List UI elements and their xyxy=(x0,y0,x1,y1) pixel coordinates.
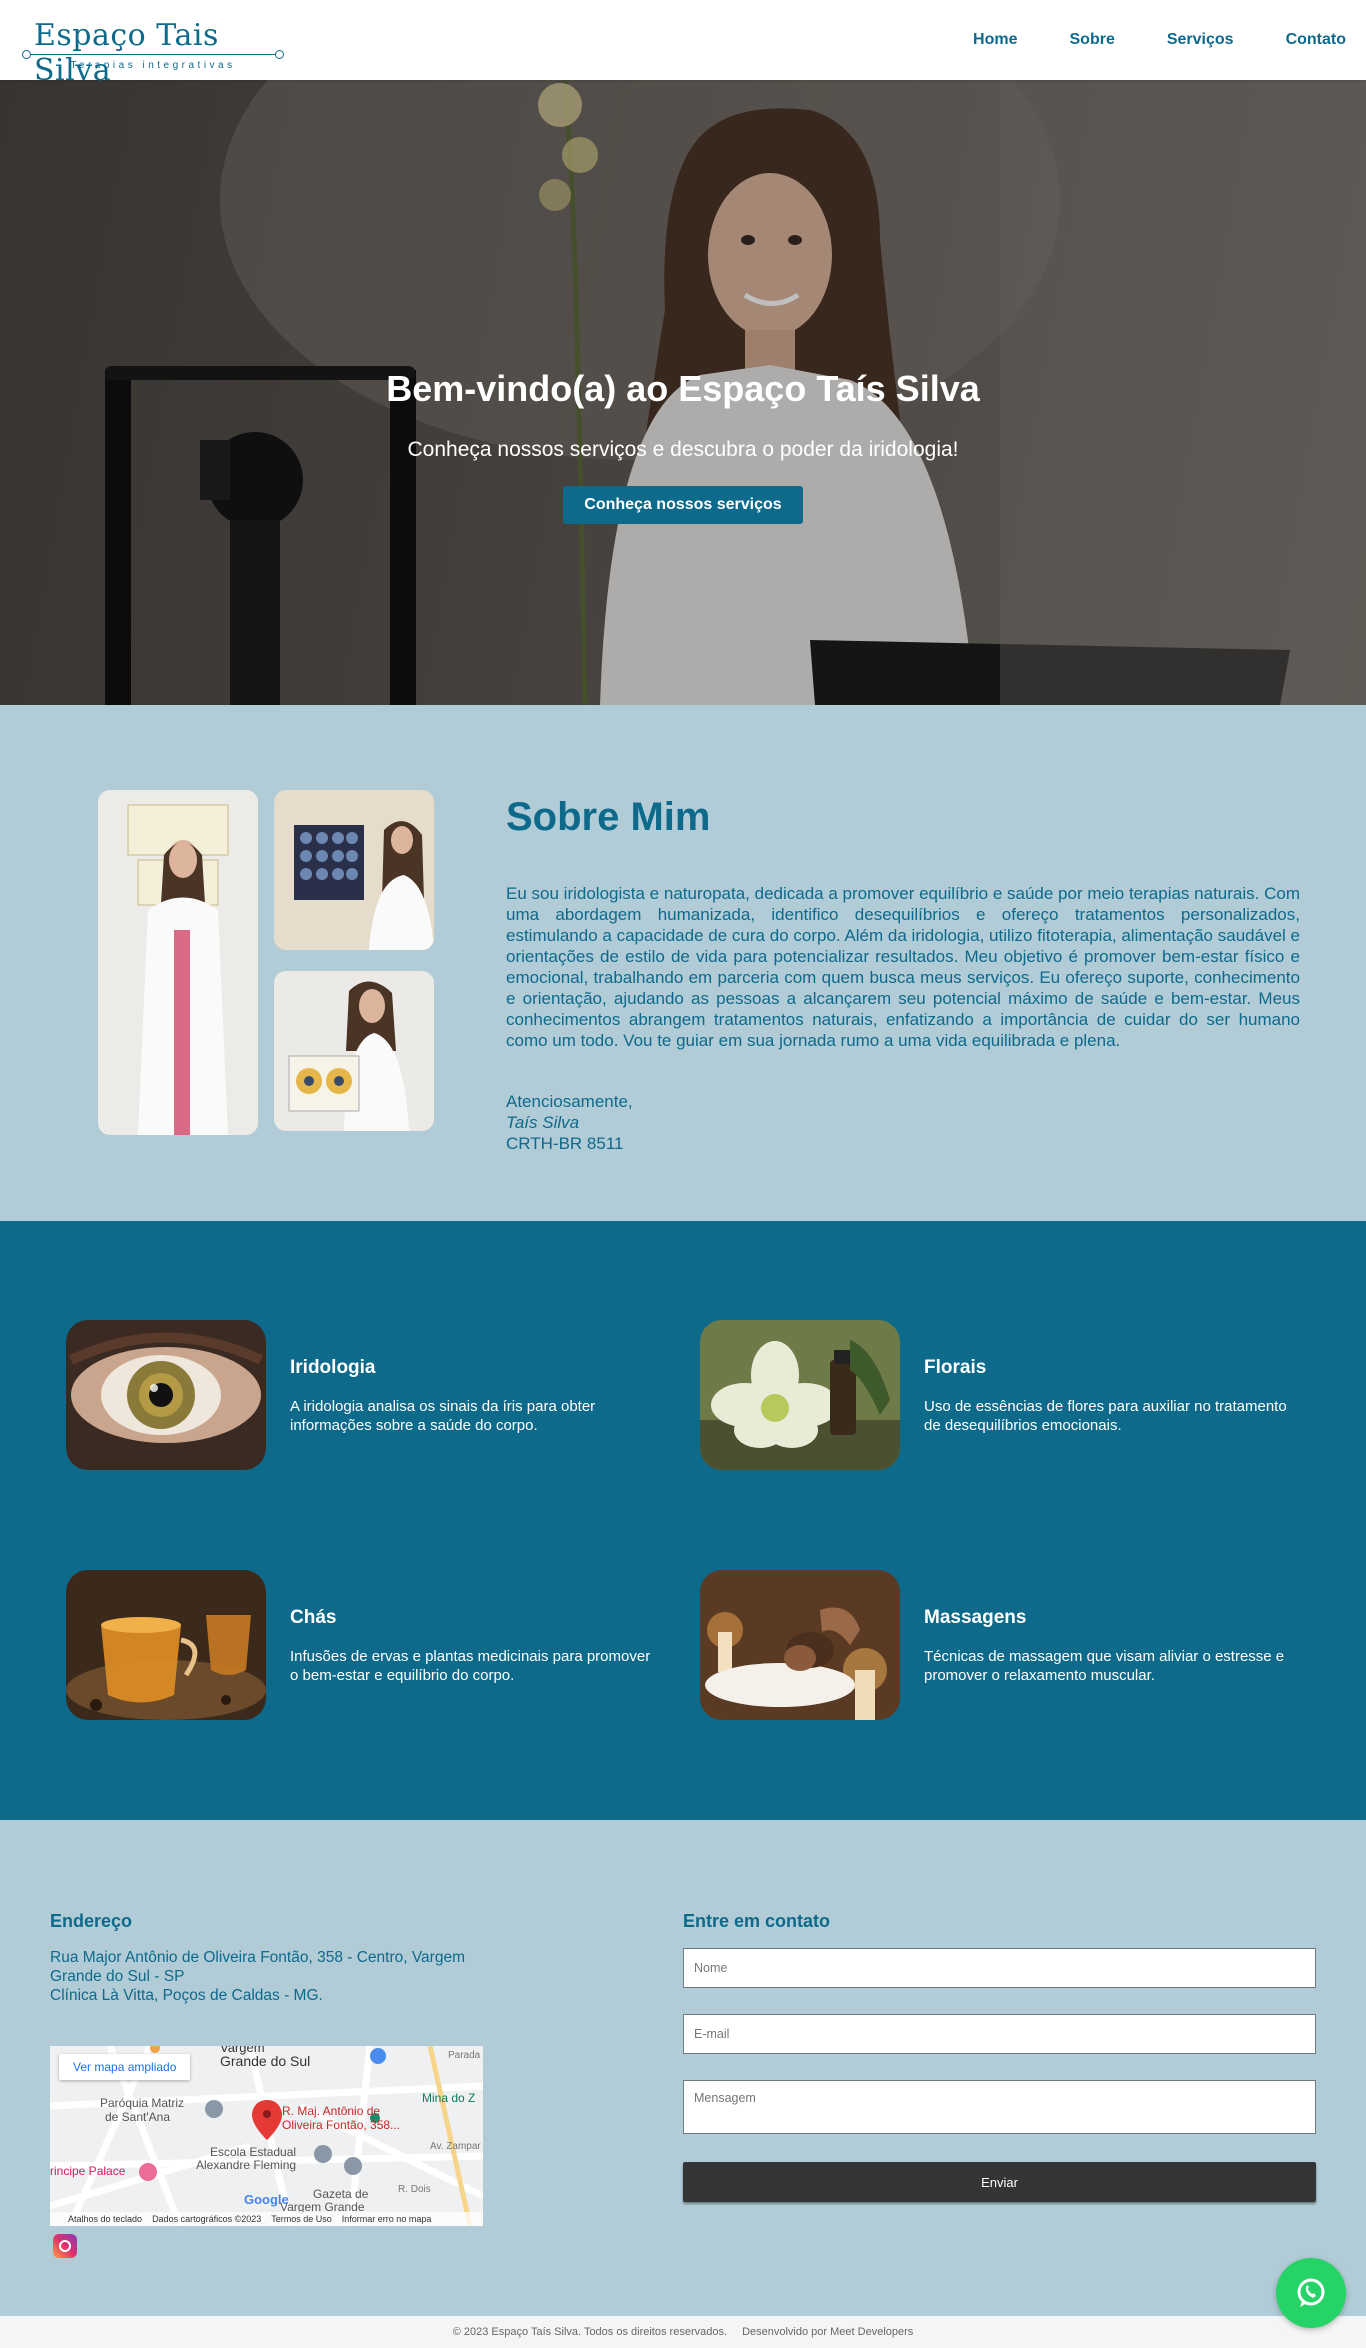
service-title: Massagens xyxy=(924,1607,1027,1628)
service-title: Iridologia xyxy=(290,1357,376,1378)
logo-title: Espaço Tais Silva xyxy=(34,18,219,88)
map-pin-label-line: R. Maj. Antônio de xyxy=(282,2104,381,2118)
logo[interactable]: Espaço Tais Silva Terapias integrativas xyxy=(20,10,286,88)
map-place-label: R. Dois xyxy=(398,2184,431,2195)
service-image-tea xyxy=(66,1570,266,1720)
nav-link-servicos[interactable]: Serviços xyxy=(1167,31,1234,49)
map-place-label: Gazeta de xyxy=(313,2187,369,2201)
contact-section: Endereço Rua Major Antônio de Oliveira F… xyxy=(0,1820,1366,2316)
nav-link-sobre[interactable]: Sobre xyxy=(1070,31,1115,49)
about-signature: Atenciosamente, Taís Silva CRTH-BR 8511 xyxy=(506,1091,633,1154)
hero-title: Bem-vindo(a) ao Espaço Taís Silva xyxy=(386,368,980,409)
footer-copyright: © 2023 Espaço Taís Silva. Todos os direi… xyxy=(452,2326,728,2338)
services-section: Iridologia A iridologia analisa os sinai… xyxy=(0,1221,1366,1820)
google-logo: Google xyxy=(244,2192,289,2207)
about-photo-iris-poster xyxy=(274,971,434,1131)
about-registration: CRTH-BR 8511 xyxy=(506,1134,624,1153)
map-report-link[interactable]: Informar erro no mapa xyxy=(342,2214,432,2224)
service-description: Uso de essências de flores para auxiliar… xyxy=(924,1398,1287,1434)
map-terms-link[interactable]: Termos de Uso xyxy=(271,2214,332,2224)
about-closing: Atenciosamente, xyxy=(506,1092,633,1111)
submit-button[interactable]: Enviar xyxy=(683,2162,1316,2202)
service-title: Chás xyxy=(290,1607,337,1628)
navbar: Espaço Tais Silva Terapias integrativas … xyxy=(0,0,1366,88)
name-field[interactable]: Nome xyxy=(683,1948,1316,1988)
address-title: Endereço xyxy=(50,1911,133,1931)
service-image-flower xyxy=(700,1320,900,1470)
service-card-iridologia: Iridologia A iridologia analisa os sinai… xyxy=(66,1320,666,1470)
contact-form-title: Entre em contato xyxy=(683,1911,831,1931)
service-card-massagens: Massagens Técnicas de massagem que visam… xyxy=(700,1570,1300,1720)
about-title: Sobre Mim xyxy=(506,795,711,839)
footer-developer[interactable]: Desenvolvido por Meet Developers xyxy=(742,2326,913,2338)
message-field[interactable]: Mensagem xyxy=(683,2080,1316,2134)
whatsapp-icon xyxy=(1297,2278,1325,2307)
service-description: A iridologia analisa os sinais da íris p… xyxy=(290,1398,596,1434)
map-place-label: Alexandre Fleming xyxy=(196,2158,297,2172)
map-data-credit: Dados cartográficos ©2023 xyxy=(152,2214,262,2224)
service-title: Florais xyxy=(924,1357,987,1378)
email-placeholder: E-mail xyxy=(694,2027,730,2041)
hero-subtitle: Conheça nossos serviços e descubra o pod… xyxy=(407,438,959,461)
hero-content: Bem-vindo(a) ao Espaço Taís Silva Conheç… xyxy=(0,368,1366,524)
map-footer: Atalhos do teclado Dados cartográficos ©… xyxy=(50,2212,483,2226)
map-place-label: de Sant'Ana xyxy=(105,2110,171,2124)
email-field[interactable]: E-mail xyxy=(683,2014,1316,2054)
instagram-icon[interactable] xyxy=(53,2234,77,2258)
about-name: Taís Silva xyxy=(506,1113,580,1132)
map-keyboard-shortcuts[interactable]: Atalhos do teclado xyxy=(68,2214,142,2224)
map-place-label: Paróquia Matriz xyxy=(100,2096,185,2110)
map-expand-link[interactable]: Ver mapa ampliado xyxy=(59,2054,191,2080)
map-place-label: Av. Zampar xyxy=(430,2141,481,2152)
hero-services-button[interactable]: Conheça nossos serviços xyxy=(563,486,803,524)
about-section: Sobre Mim Eu sou iridologista e naturopa… xyxy=(0,705,1366,1221)
map-place-label: Mina do Z xyxy=(422,2091,476,2105)
nav-links: Home Sobre Serviços Contato xyxy=(921,31,1346,49)
address-line: Clínica Là Vitta, Poços de Caldas - MG. xyxy=(50,1987,323,2004)
message-placeholder: Mensagem xyxy=(694,2091,756,2105)
about-photo-iris-chart xyxy=(274,790,434,950)
whatsapp-button[interactable] xyxy=(1276,2258,1346,2328)
about-description: Eu sou iridologista e naturopata, dedica… xyxy=(506,884,1300,1050)
address-line: Rua Major Antônio de Oliveira Fontão, 35… xyxy=(50,1949,465,1985)
map-pin-label-line: Oliveira Fontão, 358... xyxy=(282,2118,401,2132)
google-map[interactable]: Vargem Grande do Sul Paróquia Matriz de … xyxy=(50,2046,483,2226)
service-description: Infusões de ervas e plantas medicinais p… xyxy=(290,1648,651,1684)
nav-link-contato[interactable]: Contato xyxy=(1286,31,1346,49)
service-image-eye xyxy=(66,1320,266,1470)
map-place-label: Grande do Sul xyxy=(220,2053,311,2069)
map-place-label: rincipe Palace xyxy=(50,2164,126,2178)
logo-ornament-left xyxy=(22,50,31,59)
logo-ornament-right xyxy=(275,50,284,59)
nav-link-home[interactable]: Home xyxy=(973,31,1017,49)
map-place-label: Parada xyxy=(448,2050,481,2061)
service-card-chas: Chás Infusões de ervas e plantas medicin… xyxy=(66,1570,666,1720)
name-placeholder: Nome xyxy=(694,1961,728,1975)
address-block: Rua Major Antônio de Oliveira Fontão, 35… xyxy=(50,1948,490,2005)
map-place-label: Escola Estadual xyxy=(210,2145,297,2159)
map-pin-label: R. Maj. Antônio de Oliveira Fontão, 358.… xyxy=(282,2104,400,2132)
service-card-florais: Florais Uso de essências de flores para … xyxy=(700,1320,1300,1470)
service-image-massage xyxy=(700,1570,900,1720)
about-photo-main xyxy=(98,790,258,1135)
logo-subtitle: Terapias integrativas xyxy=(70,60,236,71)
service-description: Técnicas de massagem que visam aliviar o… xyxy=(924,1648,1285,1684)
logo-divider xyxy=(26,54,280,55)
page-footer: © 2023 Espaço Taís Silva. Todos os direi… xyxy=(0,2316,1366,2348)
hero-section: Bem-vindo(a) ao Espaço Taís Silva Conheç… xyxy=(0,80,1366,705)
